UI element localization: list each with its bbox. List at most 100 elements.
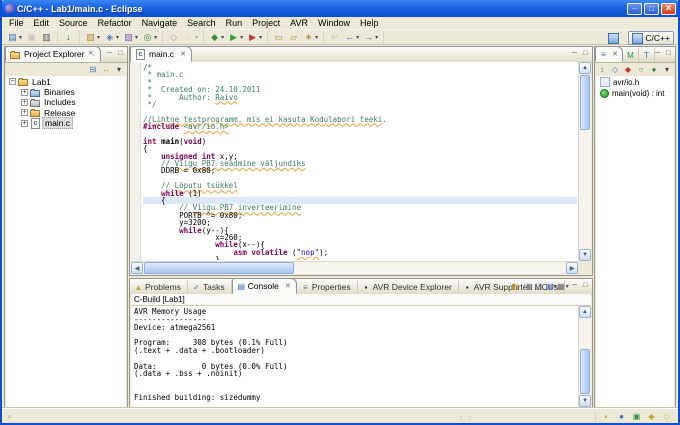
minimize-editor-icon[interactable]	[570, 49, 579, 58]
status-globe-icon[interactable]: ●	[616, 411, 627, 422]
status-diamond-icon[interactable]: ◇	[661, 411, 672, 422]
close-tab-icon[interactable]	[611, 50, 619, 58]
expand-icon[interactable]	[21, 89, 28, 96]
avr-upload-button[interactable]: ↓	[61, 30, 76, 45]
make-button[interactable]: ◎▾	[140, 30, 159, 45]
view-menu-button[interactable]: ▾	[662, 65, 672, 75]
maximize-editor-icon[interactable]	[581, 49, 590, 58]
editor-vscrollbar[interactable]	[578, 62, 591, 261]
close-tab-icon[interactable]	[284, 282, 292, 290]
editor-hscrollbar[interactable]	[131, 261, 578, 274]
collapse-all-button[interactable]: ⊟	[88, 65, 98, 75]
view-menu-button[interactable]: ▾	[114, 65, 124, 75]
menu-help[interactable]: Help	[355, 18, 384, 28]
new-button[interactable]: ▤▾	[5, 30, 24, 45]
maximize-view-icon[interactable]	[116, 49, 125, 58]
dropdown-arrow-icon[interactable]: ▾	[566, 283, 569, 290]
dropdown-arrow-icon[interactable]: ▾	[195, 34, 198, 41]
open-resource-button[interactable]: ▱	[286, 30, 301, 45]
maximize-button[interactable]	[644, 3, 659, 15]
console-output[interactable]: AVR Memory Usage----------------Device: …	[131, 306, 578, 407]
tree-item-main-c[interactable]: main.c	[6, 118, 126, 128]
status-image-icon[interactable]: ▣	[631, 411, 642, 422]
dropdown-arrow-icon[interactable]: ▾	[259, 34, 262, 41]
dropdown-arrow-icon[interactable]: ▾	[135, 34, 138, 41]
menu-navigate[interactable]: Navigate	[137, 18, 183, 28]
pin-console-button[interactable]: ◫	[534, 281, 544, 291]
scroll-lock-button[interactable]: ◨	[522, 281, 532, 291]
clear-console-button[interactable]: ◧	[510, 281, 520, 291]
minimize-view-icon[interactable]	[653, 49, 662, 58]
tab-properties[interactable]: ≡Properties	[297, 280, 358, 294]
menu-refactor[interactable]: Refactor	[93, 18, 137, 28]
scroll-down-icon[interactable]	[579, 249, 591, 261]
tab-problems[interactable]: ▲Problems	[130, 280, 188, 294]
link-with-editor-button[interactable]: ↔	[101, 65, 111, 75]
display-selected-console-button[interactable]: ▤▾	[546, 281, 556, 291]
dropdown-arrow-icon[interactable]: ▾	[116, 34, 119, 41]
run-button[interactable]: ▶▾	[226, 30, 245, 45]
build-button[interactable]: ▨▾	[121, 30, 140, 45]
menu-search[interactable]: Search	[182, 18, 221, 28]
status-hand-icon[interactable]: ◐	[601, 411, 612, 422]
scroll-up-icon[interactable]	[579, 306, 591, 318]
dropdown-arrow-icon[interactable]: ▾	[356, 34, 359, 41]
filter-button[interactable]: ●	[649, 65, 659, 75]
editor-body[interactable]: /* * main.c * * Created on: 24.10.2011 *…	[131, 62, 591, 274]
tab-avr-device-explorer[interactable]: ▪AVR Device Explorer	[358, 280, 459, 294]
outline-item-method[interactable]: main(void) : int	[596, 87, 674, 98]
expand-icon[interactable]	[21, 99, 28, 106]
scroll-right-icon[interactable]	[566, 262, 578, 274]
hide-static-button[interactable]: ◆	[623, 65, 633, 75]
minimize-view-icon[interactable]	[570, 281, 579, 290]
debug-button[interactable]: ◆▾	[207, 30, 226, 45]
menu-run[interactable]: Run	[221, 18, 248, 28]
external-keys-button[interactable]: ◇	[166, 30, 181, 45]
menu-avr[interactable]: AVR	[285, 18, 313, 28]
new-cpp-class-button[interactable]: ◈▾	[102, 30, 121, 45]
forward-button[interactable]: →▾	[361, 30, 380, 45]
new-c-project-button[interactable]: ▧▾	[83, 30, 102, 45]
dropdown-arrow-icon[interactable]: ▾	[154, 34, 157, 41]
tree-item-release[interactable]: Release	[6, 107, 126, 117]
menu-file[interactable]: File	[4, 18, 29, 28]
scroll-left-icon[interactable]	[131, 262, 143, 274]
tab-tasks[interactable]: ✓Tasks	[188, 280, 232, 294]
hscroll-thumb[interactable]	[144, 262, 294, 274]
fast-view-button[interactable]: ▫	[4, 411, 15, 422]
print-button[interactable]: ▥	[39, 30, 54, 45]
close-button[interactable]	[661, 3, 676, 15]
tab-console[interactable]: ▤Console	[232, 278, 297, 294]
minimize-view-icon[interactable]	[105, 49, 114, 58]
collapse-icon[interactable]	[9, 78, 16, 85]
save-button[interactable]: ▣	[24, 30, 39, 45]
open-console-button[interactable]: ▦▾	[558, 281, 568, 291]
minimize-button[interactable]	[627, 3, 642, 15]
dropdown-arrow-icon[interactable]: ▾	[19, 34, 22, 41]
tree-item-lab1[interactable]: Lab1	[6, 76, 126, 86]
dropdown-arrow-icon[interactable]: ▾	[97, 34, 100, 41]
dropdown-arrow-icon[interactable]: ▾	[240, 34, 243, 41]
external-misc-button[interactable]: ○▾	[181, 30, 200, 45]
menu-project[interactable]: Project	[247, 18, 285, 28]
console-vscrollbar[interactable]	[578, 306, 591, 407]
dropdown-arrow-icon[interactable]: ▾	[221, 34, 224, 41]
close-tab-icon[interactable]	[179, 50, 187, 58]
tree-item-binaries[interactable]: Binaries	[6, 86, 126, 96]
expand-icon[interactable]	[21, 120, 28, 127]
vscroll-thumb[interactable]	[580, 349, 590, 394]
run-external-button[interactable]: ▶▾	[245, 30, 264, 45]
outline-item-include[interactable]: avr/io.h	[596, 76, 674, 87]
code-area[interactable]: /* * main.c * * Created on: 24.10.2011 *…	[143, 64, 577, 260]
tab-make-targets[interactable]: M	[623, 48, 639, 62]
sort-button[interactable]: ↕	[597, 65, 607, 75]
maximize-view-icon[interactable]	[664, 49, 673, 58]
search-button[interactable]: ∗▾	[301, 30, 320, 45]
menu-source[interactable]: Source	[54, 18, 93, 28]
scroll-up-icon[interactable]	[579, 62, 591, 74]
tab-outline[interactable]: ≡	[595, 46, 623, 62]
dropdown-arrow-icon[interactable]: ▾	[315, 34, 318, 41]
status-bee-icon[interactable]: ◆	[646, 411, 657, 422]
expand-icon[interactable]	[21, 109, 28, 116]
open-perspective-button[interactable]	[604, 31, 625, 45]
